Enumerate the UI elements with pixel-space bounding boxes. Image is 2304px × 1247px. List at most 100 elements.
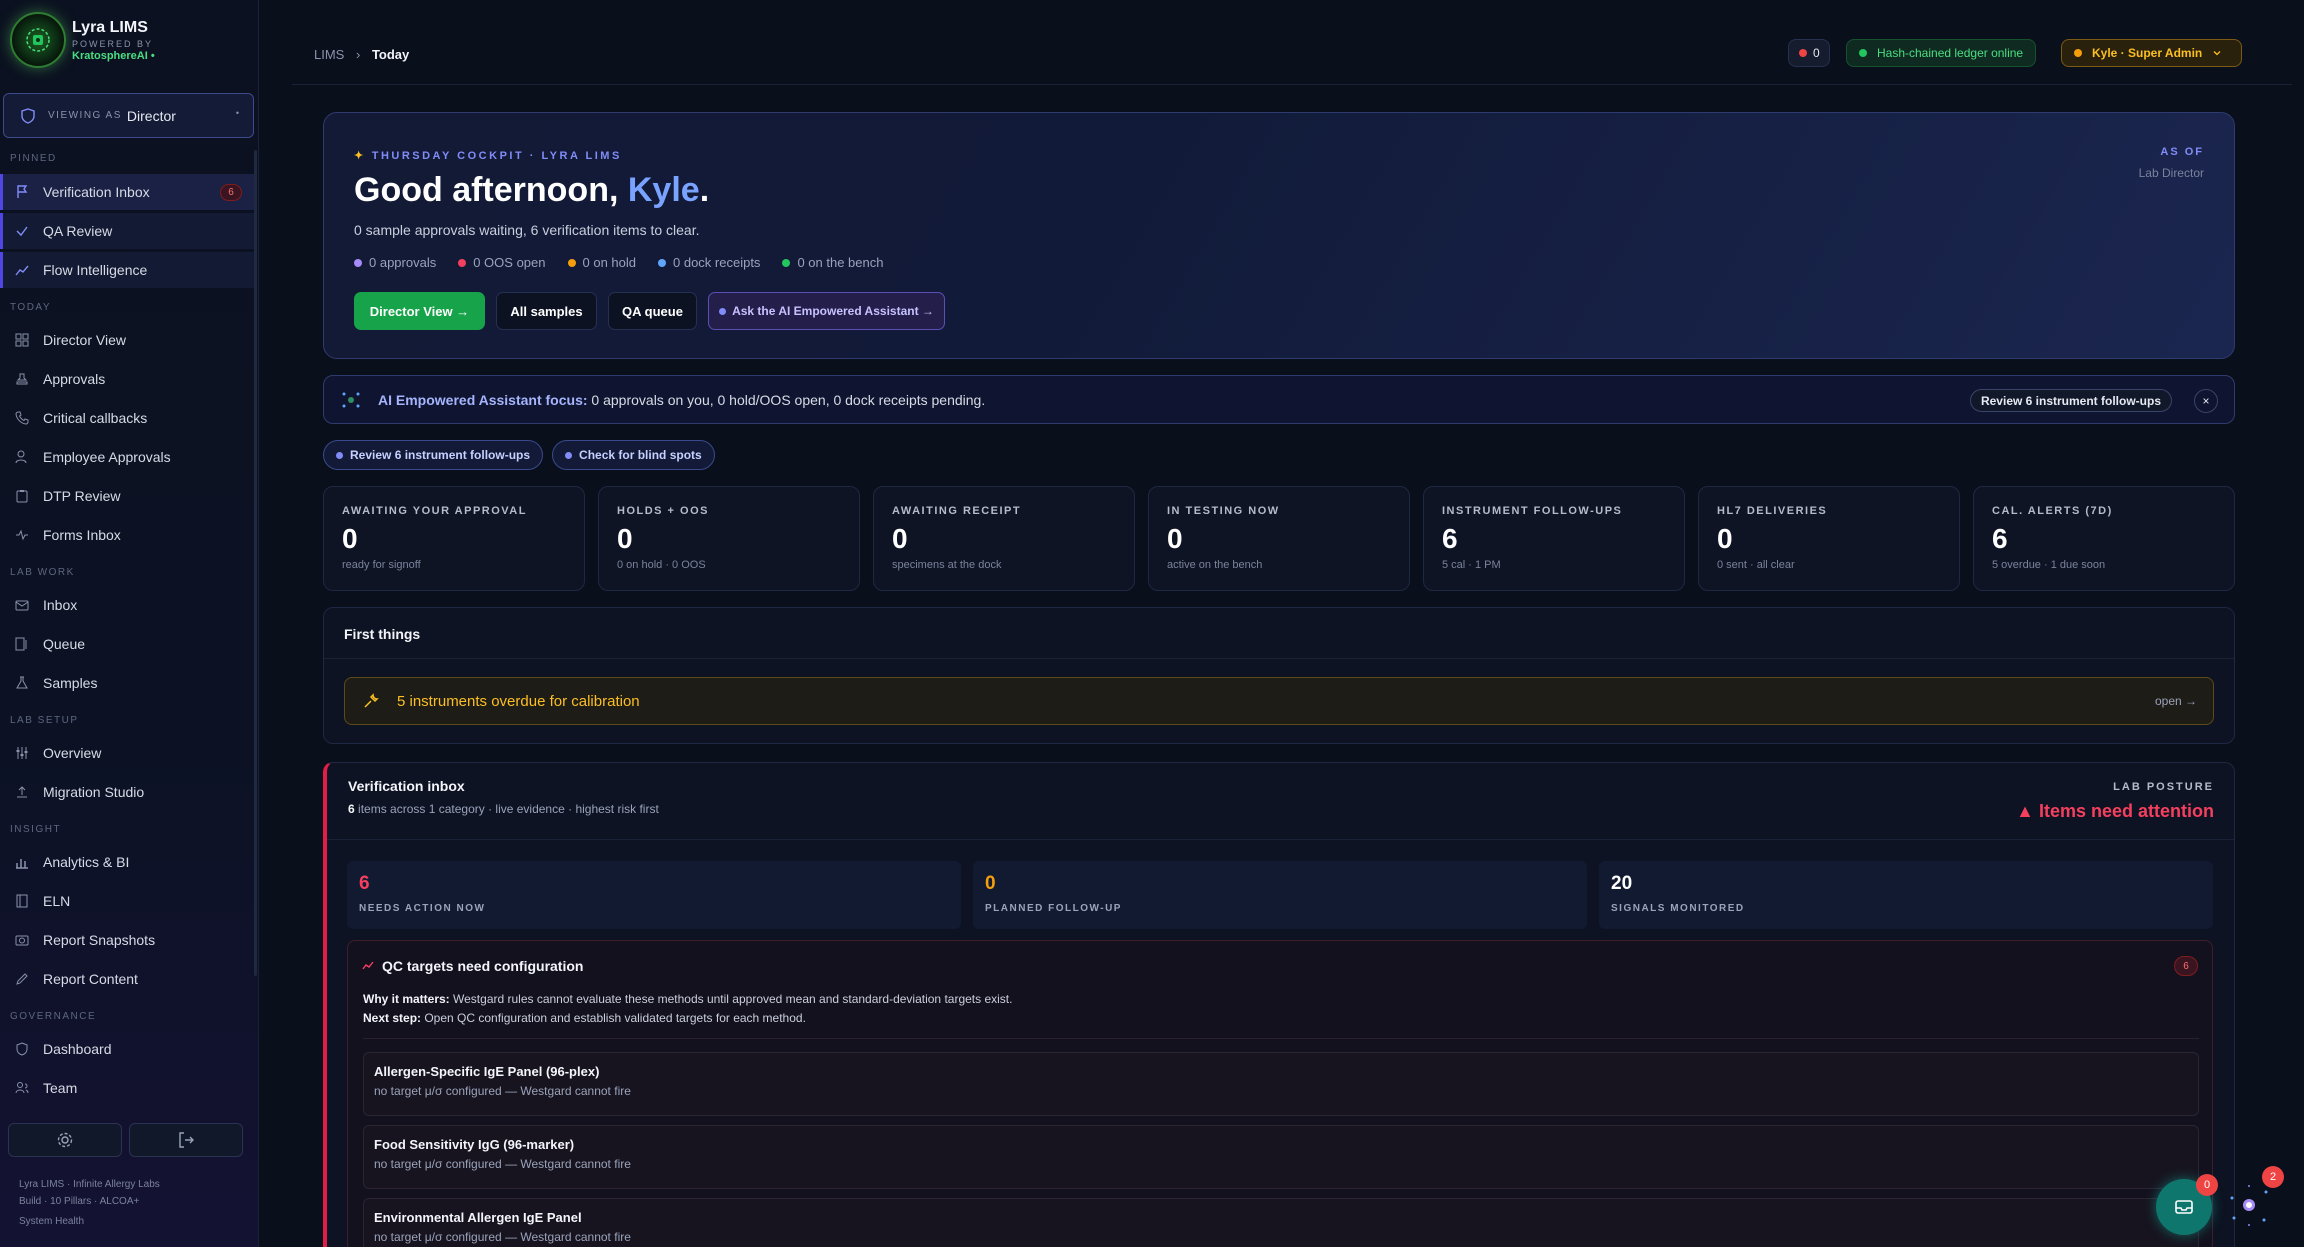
sidebar-item-samples[interactable]: Samples <box>0 665 254 701</box>
sidebar-item-label: Samples <box>43 675 98 691</box>
sidebar-item-forms-inbox[interactable]: Forms Inbox <box>0 517 254 553</box>
item-detail: no target μ/σ configured — Westgard cann… <box>374 1084 631 1098</box>
stat-value: 6 <box>359 873 370 894</box>
chip-label: Check for blind spots <box>579 448 702 462</box>
item-name: Allergen-Specific IgE Panel (96-plex) <box>374 1064 600 1079</box>
breadcrumb-root[interactable]: LIMS <box>314 47 344 62</box>
user-menu[interactable]: Kyle · Super Admin <box>2061 39 2242 67</box>
sidebar-item-label: Report Content <box>43 971 138 987</box>
stat-approvals: 0 approvals <box>354 255 436 270</box>
qc-header[interactable]: QC targets need configuration <box>362 958 583 974</box>
why-label: Why it matters: <box>363 992 450 1006</box>
sidebar-item-dashboard[interactable]: Dashboard <box>0 1031 254 1067</box>
calibration-warning[interactable]: 5 instruments overdue for calibration op… <box>344 677 2214 725</box>
sidebar-item-queue[interactable]: Queue <box>0 626 254 662</box>
sidebar-item-overview[interactable]: Overview <box>0 735 254 771</box>
chevron-down-icon: • <box>235 108 239 118</box>
chip-review-followups[interactable]: Review 6 instrument follow-ups <box>323 440 544 470</box>
kpi-label: AWAITING YOUR APPROVAL <box>342 505 527 517</box>
sidebar-item-director-view[interactable]: Director View <box>0 322 254 358</box>
sidebar-item-eln[interactable]: ELN <box>0 883 254 919</box>
hero-stats: 0 approvals 0 OOS open 0 on hold 0 dock … <box>354 255 905 270</box>
kpi-label: HL7 DELIVERIES <box>1717 505 1828 517</box>
sidebar-item-flow-intelligence[interactable]: Flow Intelligence <box>0 252 254 288</box>
sidebar-item-migration-studio[interactable]: Migration Studio <box>0 774 254 810</box>
kpi-awaiting-approval[interactable]: AWAITING YOUR APPROVAL 0 ready for signo… <box>323 486 585 591</box>
brand-company: KratosphereAI • <box>72 49 155 62</box>
qa-queue-button[interactable]: QA queue <box>608 292 697 330</box>
sidebar-item-verification-inbox[interactable]: Verification Inbox 6 <box>0 174 254 210</box>
shield-icon <box>14 1041 30 1057</box>
sidebar-item-label: Migration Studio <box>43 784 145 800</box>
all-samples-button[interactable]: All samples <box>496 292 597 330</box>
kpi-label: AWAITING RECEIPT <box>892 505 1022 517</box>
ai-focus-label: AI Empowered Assistant focus: <box>378 391 588 408</box>
kpi-in-testing[interactable]: IN TESTING NOW 0 active on the bench <box>1148 486 1410 591</box>
sidebar-scrollbar[interactable] <box>254 150 257 976</box>
sidebar-item-employee-approvals[interactable]: Employee Approvals <box>0 439 254 475</box>
greeting: Good afternoon, Kyle. <box>354 171 709 210</box>
director-view-button[interactable]: Director View → <box>354 292 485 330</box>
check-icon <box>14 223 30 239</box>
review-followups-button[interactable]: Review 6 instrument follow-ups <box>1969 389 2172 412</box>
sidebar-item-team[interactable]: Team <box>0 1070 254 1106</box>
system-health-link[interactable]: System Health <box>19 1213 160 1230</box>
kpi-instrument-followups[interactable]: INSTRUMENT FOLLOW-UPS 6 5 cal · 1 PM <box>1423 486 1685 591</box>
brand[interactable]: Lyra LIMS POWERED BY KratosphereAI • <box>10 10 155 70</box>
ai-orb-icon <box>342 392 360 407</box>
close-icon[interactable]: × <box>2194 389 2218 413</box>
sidebar-item-label: QA Review <box>43 223 113 239</box>
logout-button[interactable] <box>129 1123 243 1157</box>
viewing-as-selector[interactable]: VIEWING AS Director • <box>3 93 254 138</box>
list-item[interactable]: Food Sensitivity IgG (96-marker) no targ… <box>363 1125 2199 1189</box>
verification-summary: 6 items across 1 category · live evidenc… <box>348 802 659 816</box>
queue-icon <box>14 636 30 652</box>
kpi-cal-alerts[interactable]: CAL. ALERTS (7D) 6 5 overdue · 1 due soo… <box>1973 486 2235 591</box>
open-link[interactable]: open → <box>2155 694 2197 708</box>
viewing-as-role: Director <box>126 107 176 124</box>
sidebar-item-critical-callbacks[interactable]: Critical callbacks <box>0 400 254 436</box>
ask-ai-button[interactable]: Ask the AI Empowered Assistant → <box>708 292 945 330</box>
alert-counter[interactable]: 0 <box>1788 39 1830 67</box>
first-things-title: First things <box>344 626 421 642</box>
list-item[interactable]: Allergen-Specific IgE Panel (96-plex) no… <box>363 1052 2199 1116</box>
sidebar-item-report-snapshots[interactable]: Report Snapshots <box>0 922 254 958</box>
alert-dot-icon <box>1799 49 1807 57</box>
sidebar-item-approvals[interactable]: Approvals <box>0 361 254 397</box>
list-item[interactable]: Environmental Allergen IgE Panel no targ… <box>363 1198 2199 1247</box>
sidebar-item-qa-review[interactable]: QA Review <box>0 213 254 249</box>
kpi-value: 6 <box>1442 523 1458 554</box>
kpi-hl7-deliveries[interactable]: HL7 DELIVERIES 0 0 sent · all clear <box>1698 486 1960 591</box>
ai-dot-icon <box>719 307 727 315</box>
sidebar-item-dtp-review[interactable]: DTP Review <box>0 478 254 514</box>
kpi-holds-oos[interactable]: HOLDS + OOS 0 0 on hold · 0 OOS <box>598 486 860 591</box>
kpi-sub: 5 cal · 1 PM <box>1442 559 1501 571</box>
settings-button[interactable] <box>8 1123 122 1157</box>
verification-title: Verification inbox <box>348 778 465 794</box>
section-label-lab-setup: LAB SETUP <box>10 715 79 726</box>
ask-ai-label: Ask the AI Empowered Assistant → <box>732 304 934 318</box>
kpi-value: 0 <box>892 523 908 554</box>
sidebar-item-label: Overview <box>43 745 102 761</box>
chip-blind-spots[interactable]: Check for blind spots <box>552 440 715 470</box>
sidebar-item-label: Inbox <box>43 597 78 613</box>
kpi-sub: 5 overdue · 1 due soon <box>1992 559 2106 571</box>
stat-text: 0 OOS open <box>473 255 546 270</box>
sidebar-item-inbox[interactable]: Inbox <box>0 587 254 623</box>
wrench-icon <box>364 693 379 708</box>
sidebar-item-report-content[interactable]: Report Content <box>0 961 254 997</box>
stat-label: NEEDS ACTION NOW <box>359 903 486 914</box>
kpi-awaiting-receipt[interactable]: AWAITING RECEIPT 0 specimens at the dock <box>873 486 1135 591</box>
ledger-status-badge[interactable]: Hash-chained ledger online <box>1846 39 2036 67</box>
stat-value: 20 <box>1611 873 1633 894</box>
trend-icon <box>362 961 374 970</box>
sidebar-item-label: Queue <box>43 636 86 652</box>
ai-focus-text: AI Empowered Assistant focus: 0 approval… <box>378 392 985 408</box>
sidebar-item-analytics[interactable]: Analytics & BI <box>0 844 254 880</box>
clipboard-icon <box>14 488 30 504</box>
stat-signals-monitored: 20 SIGNALS MONITORED <box>1599 861 2213 929</box>
kpi-cards: AWAITING YOUR APPROVAL 0 ready for signo… <box>323 486 2235 591</box>
verification-count: 6 <box>348 802 355 816</box>
qc-targets-group: QC targets need configuration 6 Why it m… <box>347 940 2213 1247</box>
first-things-panel: First things 5 instruments overdue for c… <box>323 607 2235 744</box>
